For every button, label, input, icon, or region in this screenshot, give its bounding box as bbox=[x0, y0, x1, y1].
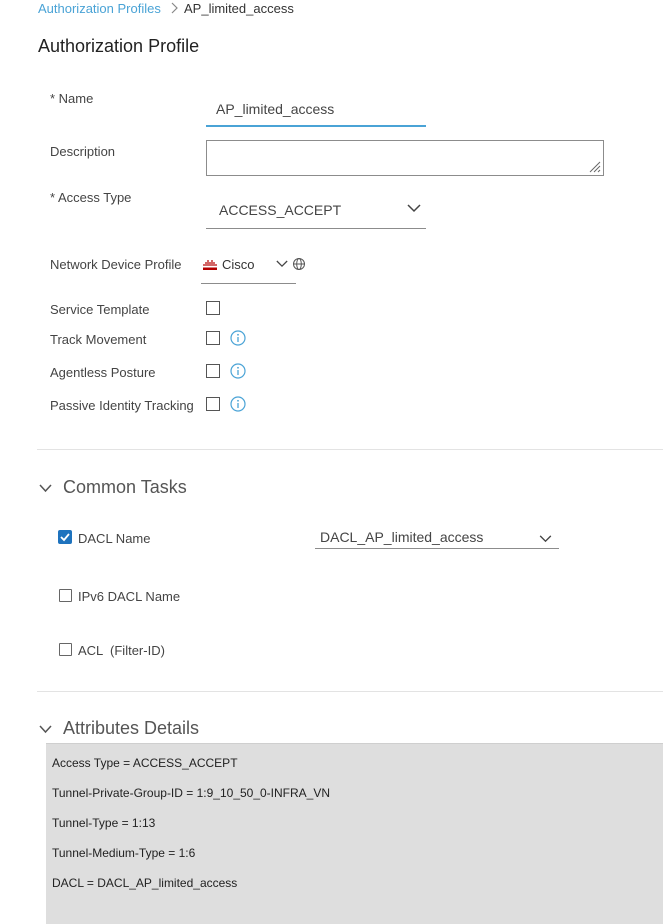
agentless-posture-label: Agentless Posture bbox=[50, 365, 156, 380]
track-movement-label: Track Movement bbox=[50, 332, 147, 347]
common-tasks-title: Common Tasks bbox=[63, 477, 187, 497]
resize-grip-icon[interactable] bbox=[589, 161, 601, 173]
section-divider bbox=[37, 449, 663, 450]
attribute-line: DACL = DACL_AP_limited_access bbox=[52, 876, 238, 890]
check-icon bbox=[60, 533, 70, 542]
attribute-line: Access Type = ACCESS_ACCEPT bbox=[52, 756, 238, 770]
access-type-value: ACCESS_ACCEPT bbox=[219, 202, 342, 218]
breadcrumb-current: AP_limited_access bbox=[184, 1, 294, 16]
service-template-label: Service Template bbox=[50, 302, 150, 317]
acl-filter-id-label: ACL (Filter-ID) bbox=[78, 643, 165, 658]
dacl-name-label: DACL Name bbox=[78, 531, 151, 546]
dacl-name-checkbox[interactable] bbox=[58, 530, 72, 544]
service-template-checkbox[interactable] bbox=[206, 301, 220, 315]
attribute-line: Tunnel-Type = 1:13 bbox=[52, 816, 156, 830]
page-title: Authorization Profile bbox=[38, 36, 200, 56]
info-icon[interactable] bbox=[230, 330, 246, 346]
ipv6-dacl-name-label: IPv6 DACL Name bbox=[78, 589, 181, 604]
dacl-name-value: DACL_AP_limited_access bbox=[320, 529, 484, 545]
chevron-down-icon bbox=[407, 204, 421, 213]
ndp-select[interactable]: Cisco bbox=[201, 250, 296, 284]
common-tasks-header[interactable]: Common Tasks bbox=[38, 476, 338, 500]
attributes-details-title: Attributes Details bbox=[63, 718, 200, 738]
chevron-right-icon bbox=[171, 2, 178, 14]
access-type-select[interactable]: ACCESS_ACCEPT bbox=[206, 192, 426, 229]
attributes-details-panel: Access Type = ACCESS_ACCEPT Tunnel-Priva… bbox=[46, 743, 663, 924]
access-type-label: * Access Type bbox=[50, 190, 132, 205]
attribute-line: Tunnel-Medium-Type = 1:6 bbox=[52, 846, 196, 860]
section-divider bbox=[37, 691, 663, 692]
dacl-name-select[interactable]: DACL_AP_limited_access bbox=[315, 526, 559, 549]
attributes-details-header[interactable]: Attributes Details bbox=[38, 718, 338, 742]
acl-filter-id-checkbox[interactable] bbox=[59, 643, 72, 656]
track-movement-checkbox[interactable] bbox=[206, 331, 220, 345]
breadcrumb: Authorization Profiles AP_limited_access bbox=[0, 0, 663, 20]
globe-icon[interactable] bbox=[292, 257, 306, 271]
passive-identity-label: Passive Identity Tracking bbox=[50, 398, 194, 413]
ndp-value: Cisco bbox=[222, 257, 255, 272]
cisco-logo-icon bbox=[203, 260, 217, 270]
breadcrumb-link-authorization-profiles[interactable]: Authorization Profiles bbox=[38, 1, 161, 16]
ipv6-dacl-name-checkbox[interactable] bbox=[59, 589, 72, 602]
info-icon[interactable] bbox=[230, 363, 246, 379]
name-input[interactable] bbox=[206, 92, 426, 127]
attribute-line: Tunnel-Private-Group-ID = 1:9_10_50_0-IN… bbox=[52, 786, 331, 800]
description-textarea[interactable] bbox=[206, 140, 604, 176]
info-icon[interactable] bbox=[230, 396, 246, 412]
chevron-down-icon bbox=[39, 725, 52, 734]
ndp-label: Network Device Profile bbox=[50, 257, 182, 272]
chevron-down-icon bbox=[276, 260, 288, 268]
name-label: * Name bbox=[50, 91, 94, 106]
agentless-posture-checkbox[interactable] bbox=[206, 364, 220, 378]
description-label: Description bbox=[50, 144, 116, 159]
chevron-down-icon bbox=[539, 535, 552, 543]
chevron-down-icon bbox=[39, 484, 52, 493]
passive-identity-checkbox[interactable] bbox=[206, 397, 220, 411]
